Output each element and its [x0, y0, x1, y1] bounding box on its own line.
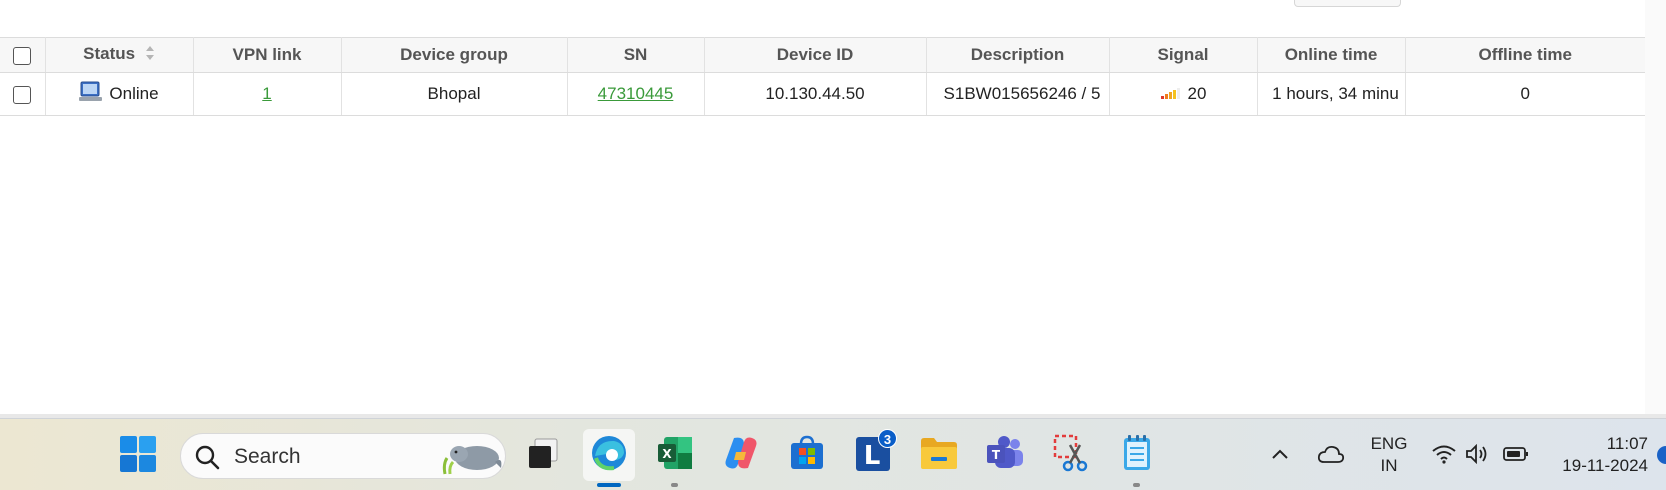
- column-header-sn[interactable]: SN: [567, 37, 705, 73]
- show-hidden-icons-button[interactable]: [1265, 441, 1295, 471]
- offline-time-cell: 0: [1405, 72, 1645, 116]
- notification-badge: 3: [878, 429, 897, 448]
- vertical-scrollbar[interactable]: [1645, 0, 1666, 414]
- status-text: Online: [109, 83, 159, 103]
- edge-button[interactable]: [583, 429, 635, 487]
- store-button[interactable]: [781, 429, 833, 481]
- column-header-label: Status: [83, 44, 136, 64]
- taskbar-search[interactable]: Search: [180, 433, 506, 479]
- column-header-signal[interactable]: Signal: [1109, 37, 1258, 73]
- row-checkbox[interactable]: [13, 85, 32, 104]
- column-header-device-group[interactable]: Device group: [341, 37, 568, 73]
- select-all-checkbox[interactable]: [13, 46, 32, 65]
- running-app-dot: [1133, 483, 1140, 487]
- description-cell: S1BW015656246 / 5: [926, 72, 1110, 116]
- svg-text:T: T: [992, 448, 1001, 462]
- wifi-status[interactable]: [1428, 441, 1460, 471]
- active-app-indicator: [597, 483, 621, 487]
- clock-date: 19-11-2024: [1562, 456, 1648, 475]
- sort-icon[interactable]: [145, 45, 155, 66]
- column-header-status[interactable]: Status: [45, 37, 194, 73]
- clock-time: 11:07: [1606, 434, 1648, 453]
- vpn-link-cell: 1: [193, 72, 342, 116]
- task-view-button[interactable]: [517, 429, 569, 481]
- microsoft-store-icon: [788, 434, 826, 477]
- windows-logo-icon: [119, 435, 157, 478]
- select-all-cell: [0, 37, 46, 73]
- column-header-offline-time[interactable]: Offline time: [1405, 37, 1645, 73]
- running-app-dot: [671, 483, 678, 487]
- file-explorer-button[interactable]: [913, 429, 965, 481]
- search-placeholder: Search: [234, 445, 301, 468]
- battery-icon: [1503, 446, 1529, 467]
- signal-cell: 20: [1109, 72, 1258, 116]
- copilot-button[interactable]: [715, 429, 767, 481]
- wifi-icon: [1431, 444, 1457, 469]
- signal-strength-icon: [1160, 84, 1184, 104]
- teams-icon: T: [985, 435, 1025, 476]
- manatee-highlight-icon: [439, 436, 503, 483]
- signal-value: 20: [1187, 83, 1207, 103]
- excel-button[interactable]: X: [649, 429, 701, 487]
- language-code: ENG: [1370, 434, 1408, 453]
- column-header-device-id[interactable]: Device ID: [704, 37, 927, 73]
- language-indicator[interactable]: ENG IN: [1366, 433, 1412, 477]
- svg-text:L: L: [864, 441, 881, 471]
- snipping-tool-icon: [1052, 433, 1090, 478]
- folder-icon: [919, 435, 959, 476]
- device-list-page: Status VPN link Device group SN Device I…: [0, 0, 1666, 418]
- system-clock[interactable]: 11:07 19-11-2024: [1548, 433, 1648, 477]
- sn-link[interactable]: 47310445: [598, 84, 674, 103]
- table-header-row: Status VPN link Device group SN Device I…: [0, 37, 1645, 73]
- device-table: Status VPN link Device group SN Device I…: [0, 37, 1645, 116]
- computer-icon: [79, 81, 103, 108]
- table-row: Online 1 Bhopal 47310445 10.130.44.50 S1…: [0, 72, 1645, 116]
- snipping-tool-button[interactable]: [1045, 429, 1097, 481]
- onedrive-button[interactable]: [1313, 439, 1349, 473]
- l-app-button[interactable]: L 3: [847, 429, 899, 481]
- battery-status[interactable]: [1500, 441, 1532, 471]
- device-group-cell: Bhopal: [341, 72, 568, 116]
- vpn-link[interactable]: 1: [262, 84, 271, 103]
- toolbar-button[interactable]: [1294, 0, 1401, 7]
- chevron-up-icon: [1270, 447, 1290, 465]
- cloud-icon: [1317, 444, 1345, 469]
- column-header-online-time[interactable]: Online time: [1257, 37, 1406, 73]
- status-cell: Online: [45, 72, 194, 116]
- online-time-cell: 1 hours, 34 minu: [1257, 72, 1406, 116]
- notification-center-button[interactable]: [1657, 446, 1666, 464]
- copilot-icon: [722, 434, 760, 477]
- column-header-vpn-link[interactable]: VPN link: [193, 37, 342, 73]
- column-header-description[interactable]: Description: [926, 37, 1110, 73]
- notepad-icon: [1120, 433, 1154, 478]
- row-select-cell: [0, 72, 46, 116]
- region-code: IN: [1380, 456, 1398, 475]
- volume-status[interactable]: [1462, 441, 1494, 471]
- sn-cell: 47310445: [567, 72, 705, 116]
- excel-icon: X: [656, 434, 694, 477]
- teams-button[interactable]: T: [979, 429, 1031, 481]
- windows-taskbar: Search X L 3 T ENG IN 11:07 19-11-2024: [0, 418, 1666, 490]
- speaker-icon: [1465, 443, 1491, 469]
- svg-text:X: X: [662, 447, 672, 461]
- search-icon: [194, 444, 220, 475]
- notepad-button[interactable]: [1111, 429, 1163, 487]
- device-id-cell: 10.130.44.50: [704, 72, 927, 116]
- edge-icon: [590, 434, 628, 477]
- start-button[interactable]: [118, 435, 158, 478]
- task-view-icon: [526, 436, 560, 475]
